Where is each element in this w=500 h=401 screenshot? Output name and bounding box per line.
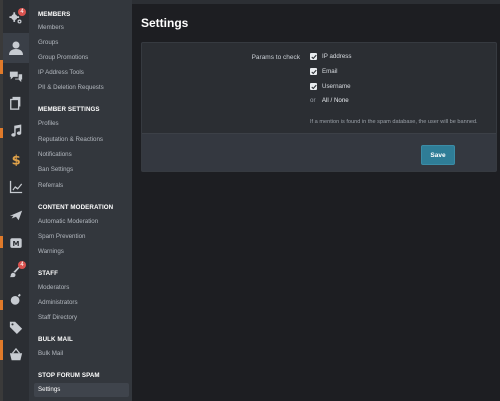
nav-link-pii-deletion[interactable]: PII & Deletion Requests — [38, 84, 104, 91]
check-label: Username — [322, 83, 351, 90]
check-label: IP address — [322, 53, 352, 60]
user-icon — [9, 41, 23, 55]
tags-icon — [9, 321, 23, 334]
nav-link-groups[interactable]: Groups — [38, 39, 58, 46]
nav-link-moderators[interactable]: Moderators — [38, 284, 69, 291]
save-button[interactable]: Save — [421, 145, 455, 165]
checkbox[interactable] — [310, 68, 317, 75]
rail-stats-button[interactable] — [3, 174, 29, 200]
rail-commerce-button[interactable]: $ — [3, 146, 29, 172]
section-nav: MEMBERS Members Groups Group Promotions … — [29, 0, 132, 401]
nav-heading-staff: STAFF — [38, 270, 58, 277]
basket-icon — [9, 348, 23, 361]
rail-setup-button[interactable]: 4 — [3, 5, 29, 31]
explain-text: If a mention is found in the spam databa… — [310, 119, 478, 125]
rail-appearance-button[interactable]: 4 — [3, 258, 29, 284]
rail-badge: 4 — [18, 261, 26, 269]
or-text: or — [310, 97, 316, 104]
nav-heading-content-moderation: CONTENT MODERATION — [38, 204, 114, 211]
rail-users-button[interactable] — [3, 33, 29, 63]
rail-travel-button[interactable] — [3, 202, 29, 228]
settings-panel: Params to check IP address Email Usernam… — [141, 42, 497, 172]
check-icon — [310, 69, 317, 74]
chat-icon — [9, 71, 23, 83]
check-ip-address[interactable]: IP address — [310, 53, 351, 60]
check-username[interactable]: Username — [310, 83, 351, 90]
all-none-link[interactable]: All / None — [322, 97, 349, 104]
dollar-icon: $ — [12, 153, 21, 166]
top-bar — [132, 0, 500, 4]
admin-window: 4 $ M 4 MEMBERS Members Groups Group Pro… — [0, 0, 500, 401]
nav-link-referrals[interactable]: Referrals — [38, 182, 63, 189]
check-email[interactable]: Email — [310, 68, 337, 75]
nav-heading-members: MEMBERS — [38, 11, 71, 18]
svg-text:M: M — [13, 240, 20, 248]
plane-icon — [9, 210, 23, 221]
rail-pages-button[interactable] — [3, 90, 29, 116]
nav-link-bulk-mail[interactable]: Bulk Mail — [38, 350, 63, 357]
main-content: Settings Params to check IP address Emai… — [132, 0, 500, 401]
nav-link-group-promotions[interactable]: Group Promotions — [38, 54, 88, 61]
rail-mail-button[interactable]: M — [3, 230, 29, 256]
music-icon — [11, 124, 22, 137]
page-title: Settings — [141, 16, 189, 30]
nav-link-staff-directory[interactable]: Staff Directory — [38, 314, 77, 321]
nav-heading-member-settings: MEMBER SETTINGS — [38, 106, 100, 113]
nav-link-ban-settings[interactable]: Ban Settings — [38, 166, 73, 173]
checkbox[interactable] — [310, 53, 317, 60]
nav-link-spam-prevention[interactable]: Spam Prevention — [38, 233, 85, 240]
nav-link-automatic-moderation[interactable]: Automatic Moderation — [38, 218, 98, 225]
icon-rail: 4 $ M 4 — [3, 0, 29, 401]
rail-forums-button[interactable] — [3, 63, 29, 89]
rail-tags-button[interactable] — [3, 314, 29, 340]
nav-heading-bulk-mail: BULK MAIL — [38, 336, 73, 343]
mail-m-icon: M — [10, 238, 22, 248]
check-icon — [310, 84, 317, 89]
nav-link-sfs-settings[interactable]: Settings — [34, 383, 129, 397]
rail-badge: 4 — [18, 8, 26, 16]
checkbox[interactable] — [310, 83, 317, 90]
nav-link-profiles[interactable]: Profiles — [38, 120, 59, 127]
nav-link-ip-address-tools[interactable]: IP Address Tools — [38, 69, 84, 76]
svg-text:$: $ — [12, 153, 21, 166]
nav-link-administrators[interactable]: Administrators — [38, 299, 78, 306]
chart-icon — [9, 180, 23, 194]
rail-support-button[interactable] — [3, 286, 29, 312]
all-none-toggle: or All / None — [310, 97, 349, 104]
check-icon — [310, 54, 317, 59]
nav-link-warnings[interactable]: Warnings — [38, 248, 64, 255]
nav-link-notifications[interactable]: Notifications — [38, 151, 72, 158]
nav-link-reputation[interactable]: Reputation & Reactions — [38, 136, 103, 143]
rail-media-button[interactable] — [3, 118, 29, 144]
rail-shop-button[interactable] — [3, 342, 29, 368]
pages-icon — [10, 96, 21, 110]
nav-link-members[interactable]: Members — [38, 24, 64, 31]
check-label: Email — [322, 68, 338, 75]
nav-heading-stop-forum-spam: STOP FORUM SPAM — [38, 372, 100, 379]
bomb-icon — [10, 293, 21, 305]
params-label: Params to check — [251, 54, 300, 61]
